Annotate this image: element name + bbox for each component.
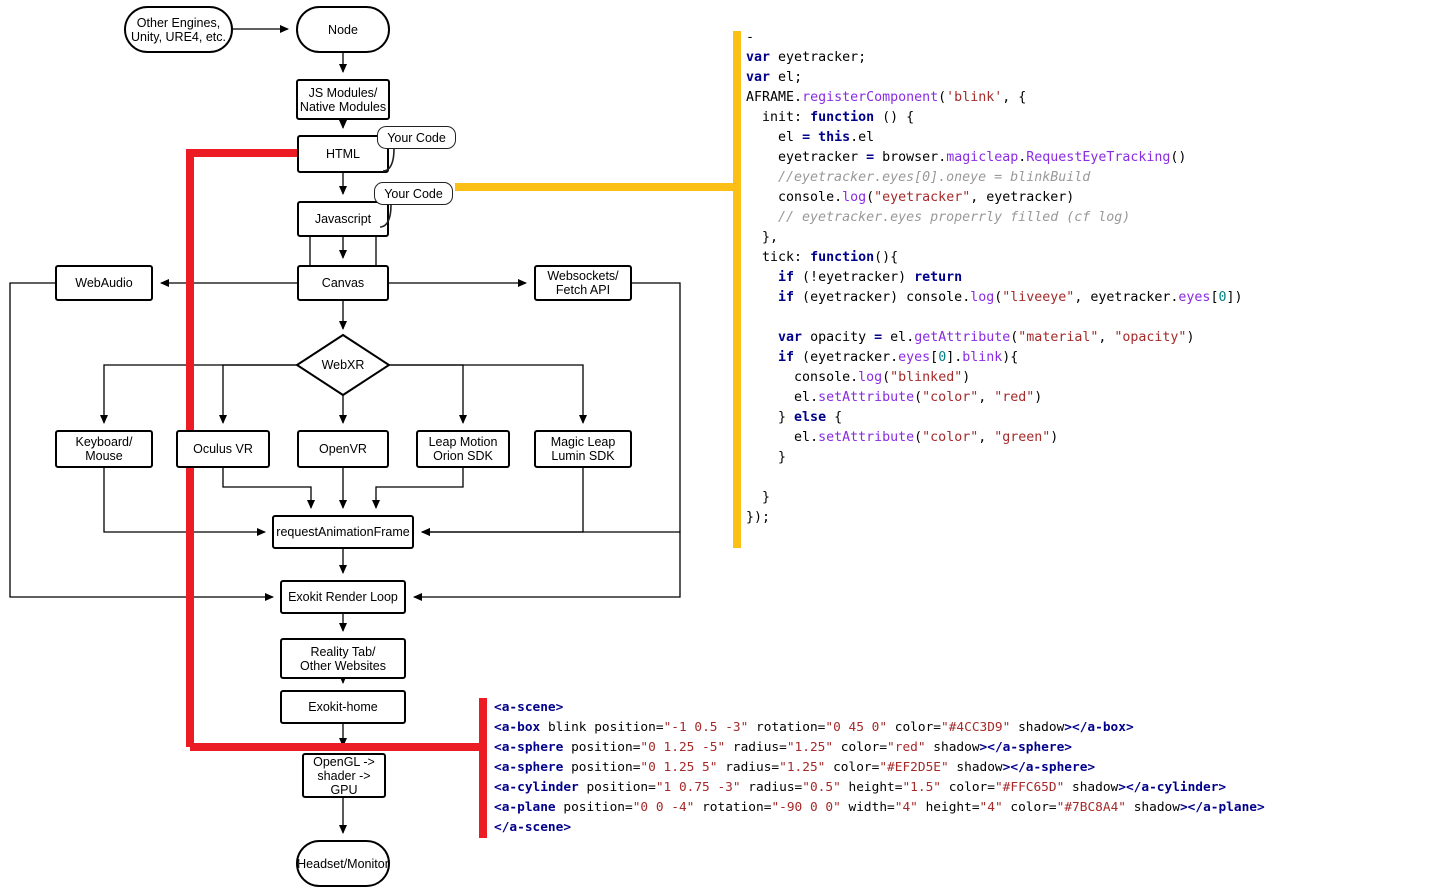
node-other-engines[interactable]: Other Engines, Unity, URE4, etc. — [124, 6, 233, 53]
node-reality-tab[interactable]: Reality Tab/ Other Websites — [280, 638, 406, 679]
callout-tail-javascript — [379, 204, 392, 228]
node-label: Reality Tab/ Other Websites — [300, 644, 386, 673]
node-label: Websockets/ Fetch API — [547, 269, 619, 297]
node-js-modules[interactable]: JS Modules/ Native Modules — [296, 79, 390, 120]
javascript-code-block: - var eyetracker; var el; AFRAME.registe… — [746, 30, 1243, 525]
diagram-canvas: Other Engines, Unity, URE4, etc. Node JS… — [0, 0, 1452, 892]
node-label: WebAudio — [75, 276, 133, 290]
callout-label: Your Code — [384, 186, 443, 201]
node-label: OpenVR — [319, 442, 367, 456]
node-label: Canvas — [321, 276, 365, 290]
node-label: requestAnimationFrame — [276, 525, 410, 539]
node-oculus-vr[interactable]: Oculus VR — [176, 430, 270, 468]
node-label: Keyboard/ Mouse — [75, 435, 133, 463]
node-label: WebXR — [321, 358, 365, 372]
node-openvr[interactable]: OpenVR — [297, 430, 389, 468]
node-canvas[interactable]: Canvas — [297, 265, 389, 301]
node-label: OpenGL -> shader -> GPU — [313, 754, 375, 797]
callout-tail-html — [382, 148, 395, 172]
node-exokit-render-loop[interactable]: Exokit Render Loop — [280, 580, 406, 614]
node-keyboard-mouse[interactable]: Keyboard/ Mouse — [55, 430, 153, 468]
node-webaudio[interactable]: WebAudio — [55, 265, 153, 301]
node-label: JS Modules/ Native Modules — [299, 85, 387, 114]
aframe-html-code-block: <a-scene> <a-box blink position="-1 0.5 … — [494, 700, 1265, 835]
node-label: Javascript — [314, 212, 372, 226]
node-websockets-fetch-api[interactable]: Websockets/ Fetch API — [534, 265, 632, 301]
node-label: Node — [328, 22, 358, 37]
node-label: Headset/Monitor — [297, 856, 389, 871]
node-label: Magic Leap Lumin SDK — [550, 435, 616, 463]
node-request-animation-frame[interactable]: requestAnimationFrame — [272, 515, 414, 549]
node-headset-monitor[interactable]: Headset/Monitor — [296, 840, 390, 887]
callout-label: Your Code — [387, 130, 446, 145]
node-label: Exokit Render Loop — [288, 590, 398, 604]
callout-your-code-html[interactable]: Your Code — [377, 126, 456, 149]
node-leap-motion-orion-sdk[interactable]: Leap Motion Orion SDK — [416, 430, 510, 468]
node-node[interactable]: Node — [296, 6, 390, 53]
callout-your-code-javascript[interactable]: Your Code — [374, 182, 453, 205]
node-label: HTML — [325, 147, 361, 161]
node-label: Other Engines, Unity, URE4, etc. — [131, 15, 226, 44]
node-label: Leap Motion Orion SDK — [428, 435, 498, 463]
node-label: Exokit-home — [308, 700, 378, 714]
node-label: Oculus VR — [193, 442, 253, 456]
node-webxr[interactable]: WebXR — [297, 335, 389, 395]
node-exokit-home[interactable]: Exokit-home — [280, 690, 406, 724]
node-opengl-shader-gpu[interactable]: OpenGL -> shader -> GPU — [302, 753, 386, 798]
node-magic-leap-lumin-sdk[interactable]: Magic Leap Lumin SDK — [534, 430, 632, 468]
